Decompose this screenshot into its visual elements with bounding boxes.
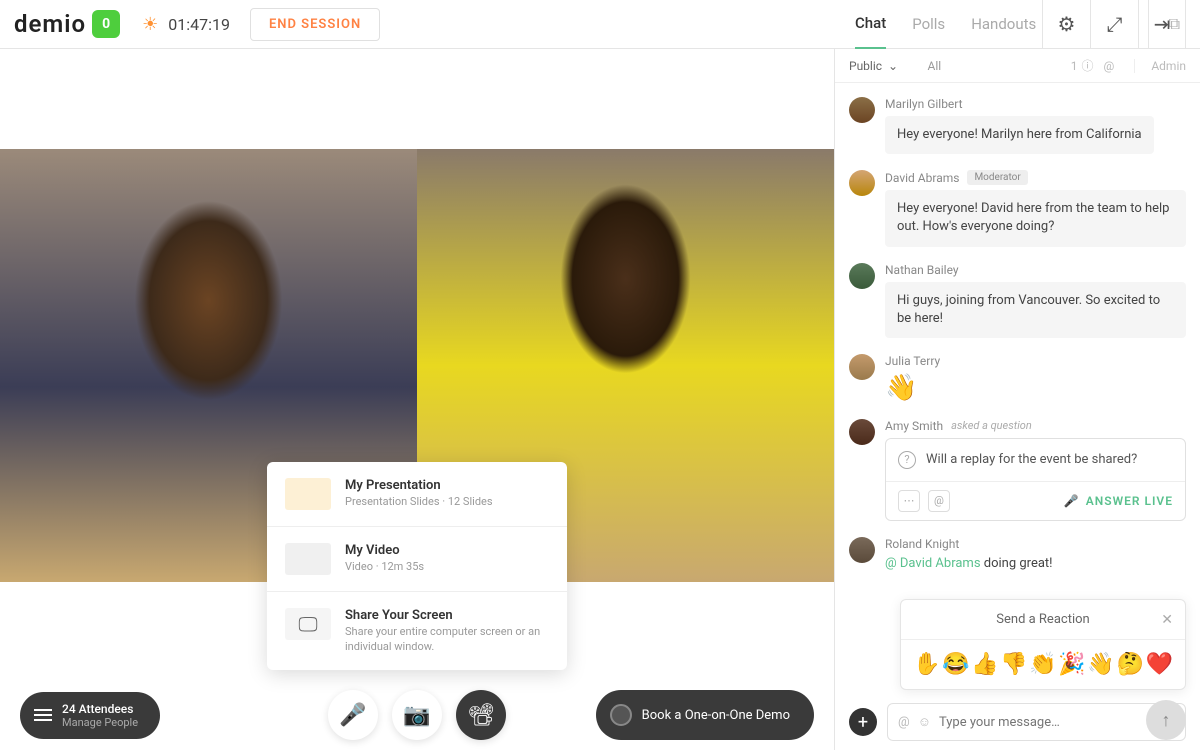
menu-icon (34, 709, 52, 721)
message-author: Amy Smith (885, 419, 943, 433)
share-popup: My Presentation Presentation Slides · 12… (267, 462, 567, 670)
public-label: Public (849, 59, 882, 73)
share-screen-icon: 📽 (467, 703, 495, 728)
message-author: David Abrams (885, 171, 959, 185)
message-author: Marilyn Gilbert (885, 97, 1186, 111)
external-link-icon: ⧉ (1169, 14, 1180, 34)
mic-icon: 🎤 (1064, 494, 1080, 508)
avatar (849, 263, 875, 289)
chat-message: Julia Terry 👋 (849, 354, 1186, 403)
logo-badge: 0 (92, 10, 120, 38)
share-presentation-item[interactable]: My Presentation Presentation Slides · 12… (267, 462, 567, 527)
share-button[interactable]: 📽 (456, 690, 506, 740)
avatar (849, 170, 875, 196)
popout-button[interactable]: ⧉ (1148, 0, 1180, 49)
share-item-subtitle: Share your entire computer screen or an … (345, 625, 549, 654)
demo-dot-icon (610, 704, 632, 726)
share-item-subtitle: Presentation Slides · 12 Slides (345, 495, 493, 509)
message-text: doing great! (981, 556, 1053, 571)
message-text: Hey everyone! David here from the team t… (885, 190, 1186, 246)
message-text: Hi guys, joining from Vancouver. So exci… (885, 282, 1186, 338)
message-input[interactable] (939, 715, 1175, 730)
plus-icon: + (858, 712, 868, 733)
message-author: Roland Knight (885, 537, 1186, 551)
question-count[interactable]: 1ⓘ (1071, 57, 1094, 74)
message-author: Nathan Bailey (885, 263, 1186, 277)
tab-handouts[interactable]: Handouts (971, 0, 1036, 49)
camera-button[interactable]: 📷 (392, 690, 442, 740)
reaction-emoji[interactable]: ✋ (913, 652, 940, 677)
share-item-title: My Presentation (345, 478, 493, 493)
end-session-button[interactable]: END SESSION (250, 8, 380, 41)
camera-icon: 📷 (403, 703, 430, 728)
session-timer: 01:47:19 (168, 15, 230, 34)
manage-people-label: Manage People (62, 716, 138, 729)
avatar (849, 97, 875, 123)
close-button[interactable]: ✕ (1161, 612, 1173, 628)
reaction-emoji[interactable]: 👋 (1087, 652, 1114, 677)
message-author: Julia Terry (885, 354, 1186, 368)
demo-label: Book a One-on-One Demo (642, 708, 790, 723)
question-text: Will a replay for the event be shared? (926, 452, 1137, 467)
reaction-emoji[interactable]: 👎 (1000, 652, 1027, 677)
chat-message: Marilyn Gilbert Hey everyone! Marilyn he… (849, 97, 1186, 154)
visibility-filter[interactable]: Public ⌄ (849, 59, 898, 73)
reaction-emoji[interactable]: 👏 (1029, 652, 1056, 677)
screen-icon: 🖵 (285, 608, 331, 640)
video-area: My Presentation Presentation Slides · 12… (0, 49, 834, 750)
mention-filter-icon[interactable]: @ (1104, 59, 1115, 73)
live-indicator-icon: ☀ (142, 14, 158, 35)
admin-filter[interactable]: Admin (1134, 59, 1186, 73)
logo-text: demio (14, 10, 86, 38)
scroll-top-button[interactable]: ↑ (1146, 700, 1186, 740)
arrow-up-icon: ↑ (1162, 710, 1171, 731)
reaction-emoji[interactable]: 🤔 (1116, 652, 1143, 677)
logo: demio 0 (14, 10, 120, 38)
chat-message: David Abrams Moderator Hey everyone! Davi… (849, 170, 1186, 246)
reaction-emoji[interactable]: 😂 (942, 652, 969, 677)
message-emoji: 👋 (885, 373, 1186, 403)
share-item-title: Share Your Screen (345, 608, 549, 623)
chat-message: Nathan Bailey Hi guys, joining from Vanc… (849, 263, 1186, 338)
avatar (849, 537, 875, 563)
attendee-count: 24 Attendees (62, 702, 138, 716)
reaction-popup: Send a Reaction ✕ ✋😂👍👎👏🎉👋🤔❤️ (900, 599, 1186, 690)
answer-live-button[interactable]: 🎤ANSWER LIVE (1064, 494, 1173, 508)
add-button[interactable]: + (849, 708, 877, 736)
close-icon: ✕ (1161, 612, 1173, 628)
mention-icon[interactable]: @ (898, 715, 910, 730)
chat-message: Roland Knight @ David Abrams doing great… (849, 537, 1186, 571)
emoji-icon[interactable]: ☺ (918, 714, 931, 730)
video-thumbnail (285, 543, 331, 575)
mention-button[interactable]: @ (928, 490, 950, 512)
tab-chat[interactable]: Chat (855, 0, 886, 49)
avatar (849, 354, 875, 380)
share-item-title: My Video (345, 543, 424, 558)
more-button[interactable]: ⋯ (898, 490, 920, 512)
presentation-thumbnail (285, 478, 331, 510)
reaction-emoji[interactable]: 🎉 (1058, 652, 1085, 677)
mention: @ David Abrams (885, 556, 981, 571)
reaction-emoji[interactable]: ❤️ (1146, 652, 1173, 677)
moderator-badge: Moderator (967, 170, 1027, 185)
reaction-title: Send a Reaction (996, 612, 1089, 627)
avatar (849, 419, 875, 445)
help-icon: ⓘ (1082, 57, 1094, 74)
share-video-item[interactable]: My Video Video · 12m 35s (267, 527, 567, 592)
chat-question: Amy Smith asked a question ? Will a repla… (849, 419, 1186, 521)
reaction-emoji[interactable]: 👍 (971, 652, 998, 677)
asked-label: asked a question (951, 419, 1032, 432)
attendees-button[interactable]: 24 Attendees Manage People (20, 692, 160, 739)
all-filter[interactable]: All (928, 59, 942, 73)
message-text: Hey everyone! Marilyn here from Californ… (885, 116, 1154, 154)
microphone-button[interactable]: 🎤 (328, 690, 378, 740)
chevron-down-icon: ⌄ (888, 59, 898, 73)
tab-polls[interactable]: Polls (912, 0, 945, 49)
message-input-container[interactable]: @ ☺ (887, 703, 1186, 741)
mic-icon: 🎤 (339, 703, 366, 728)
share-screen-item[interactable]: 🖵 Share Your Screen Share your entire co… (267, 592, 567, 670)
question-icon: ? (898, 451, 916, 469)
share-item-subtitle: Video · 12m 35s (345, 560, 424, 574)
book-demo-button[interactable]: Book a One-on-One Demo (596, 690, 814, 740)
